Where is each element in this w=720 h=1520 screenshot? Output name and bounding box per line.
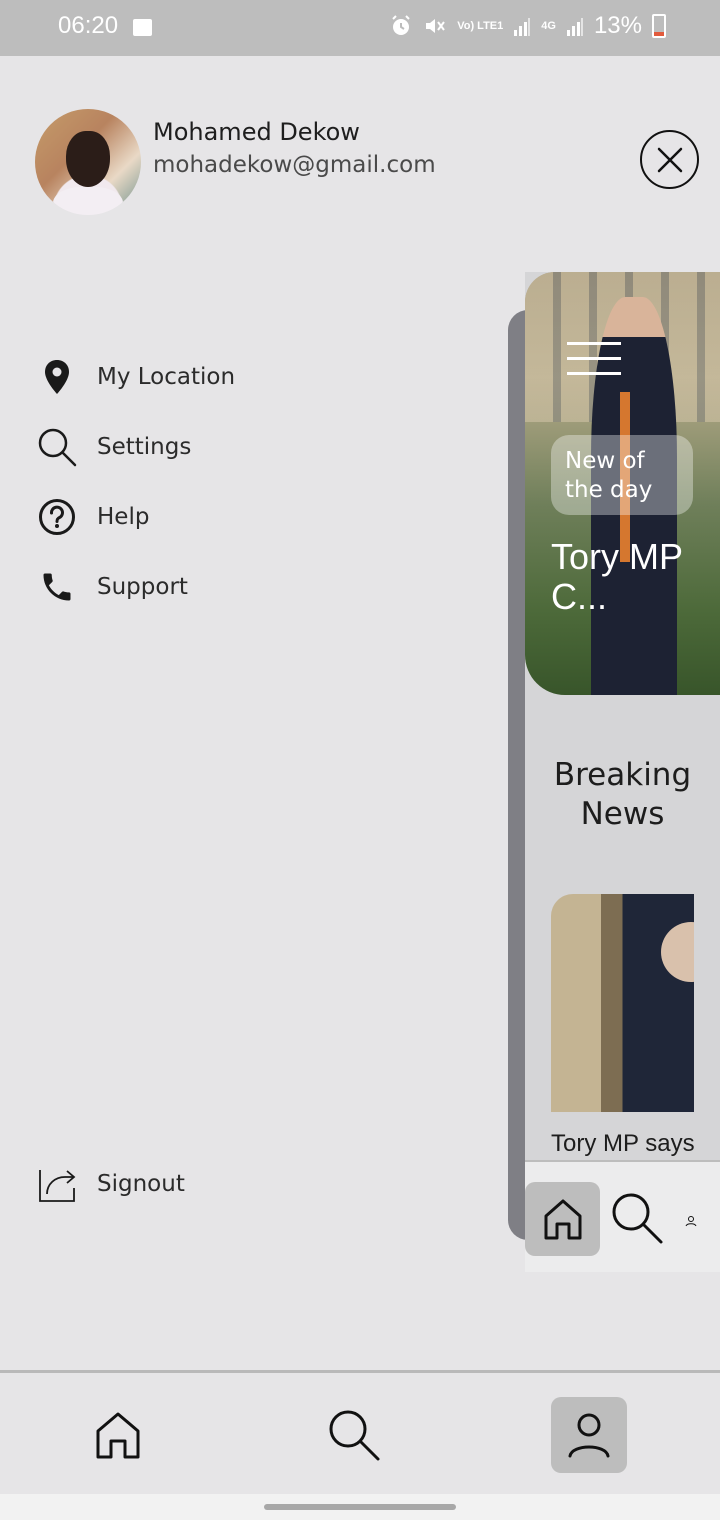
signal-icon <box>514 18 531 36</box>
signout-button[interactable]: Signout <box>36 1161 356 1207</box>
status-icons: Vo) LTE1 4G 13% <box>389 12 666 40</box>
menu-item-help[interactable]: Help <box>36 494 356 540</box>
news-tag: New of the day <box>551 435 693 515</box>
close-icon <box>657 147 682 172</box>
preview-bottom-nav <box>525 1160 720 1272</box>
signal-icon <box>566 18 583 36</box>
section-title: Breaking News <box>553 757 692 832</box>
news-caption: Tory MP says <box>551 1130 695 1157</box>
signout-label: Signout <box>97 1171 185 1197</box>
search-icon[interactable] <box>609 1190 665 1250</box>
home-icon[interactable] <box>525 1182 600 1256</box>
user-email: mohadekow@gmail.com <box>153 152 436 178</box>
battery-icon <box>652 14 666 38</box>
nav-home-button[interactable] <box>80 1397 156 1473</box>
menu-label: Support <box>97 574 188 600</box>
profile-icon[interactable] <box>685 1212 697 1231</box>
hamburger-menu-icon[interactable] <box>567 342 621 387</box>
gesture-handle[interactable] <box>264 1504 456 1510</box>
alarm-icon <box>392 15 410 35</box>
nav-profile-button[interactable] <box>551 1397 627 1473</box>
search-icon <box>36 426 78 468</box>
mute-icon <box>426 19 446 33</box>
nav-search-button[interactable] <box>316 1397 392 1473</box>
help-circle-icon <box>36 496 78 538</box>
share-export-icon <box>36 1163 78 1205</box>
location-pin-icon <box>36 356 78 398</box>
home-icon <box>96 1412 140 1459</box>
profile-icon <box>568 1413 610 1458</box>
battery-percent: 13% <box>593 12 642 39</box>
menu-label: Help <box>97 504 150 530</box>
network-type: 4G <box>541 19 556 32</box>
phone-icon <box>36 566 78 608</box>
status-bar: 06:20 Vo) LTE1 4G 13% <box>0 0 720 56</box>
gesture-bar <box>0 1494 720 1520</box>
menu-item-my-location[interactable]: My Location <box>36 354 356 400</box>
network-label: Vo) LTE1 <box>457 19 504 32</box>
news-thumbnail[interactable] <box>551 894 694 1112</box>
menu-item-support[interactable]: Support <box>36 564 356 610</box>
menu-item-settings[interactable]: Settings <box>36 424 356 470</box>
bottom-nav <box>0 1370 720 1494</box>
main-screen-preview[interactable]: New of the day Tory MP C... Breaking New… <box>525 272 720 1272</box>
menu-label: Settings <box>97 434 192 460</box>
featured-title: Tory MP C... <box>551 536 683 617</box>
menu-label: My Location <box>97 364 236 390</box>
status-time: 06:20 <box>58 12 119 39</box>
image-icon <box>133 19 152 36</box>
close-button[interactable] <box>640 130 699 189</box>
avatar[interactable] <box>35 109 141 215</box>
featured-news-card[interactable]: New of the day Tory MP C... <box>525 272 720 695</box>
user-name: Mohamed Dekow <box>153 118 360 146</box>
search-icon <box>329 1410 380 1461</box>
